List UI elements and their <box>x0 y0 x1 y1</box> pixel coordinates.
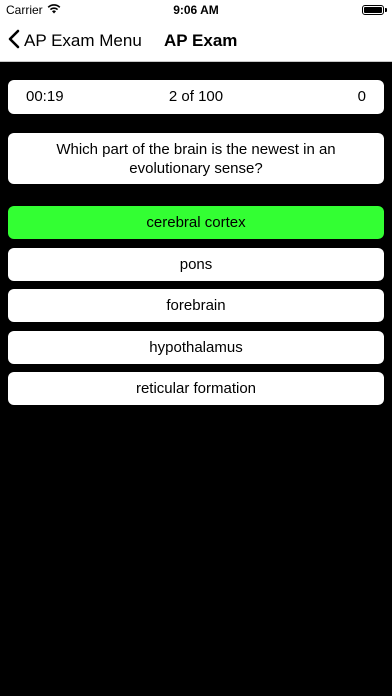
answer-label: forebrain <box>166 297 226 314</box>
navigation-bar: AP Exam Menu AP Exam <box>0 20 392 62</box>
back-button[interactable]: AP Exam Menu <box>8 20 142 62</box>
status-bar: Carrier 9:06 AM <box>0 0 392 20</box>
quiz-info-bar: 00:19 2 of 100 0 <box>8 80 384 114</box>
answer-label: cerebral cortex <box>146 214 246 231</box>
status-time: 9:06 AM <box>173 3 219 17</box>
answer-label: hypothalamus <box>149 339 243 356</box>
answer-label: reticular formation <box>135 380 257 397</box>
chevron-left-icon <box>8 29 20 54</box>
answer-option-forebrain[interactable]: forebrain <box>8 289 384 322</box>
answer-option-cerebral-cortex[interactable]: cerebral cortex <box>8 206 384 239</box>
back-button-label: AP Exam Menu <box>24 31 142 50</box>
page-title: AP Exam <box>164 31 238 50</box>
battery-icon <box>362 5 387 15</box>
answer-option-hypothalamus[interactable]: hypothalamus <box>8 331 384 364</box>
answer-option-pons[interactable]: pons <box>8 248 384 281</box>
answer-label: pons <box>179 256 213 273</box>
answer-option-reticular-formation[interactable]: reticular formation <box>8 372 384 405</box>
question-text: Which part of the brain is the newest in… <box>56 140 336 177</box>
quiz-screen: Carrier 9:06 AM AP Exam Menu AP Exam 00:… <box>0 0 392 696</box>
score-label: 0 <box>357 88 366 105</box>
question-card: Which part of the brain is the newest in… <box>8 133 384 184</box>
question-progress: 2 of 100 <box>168 88 224 105</box>
